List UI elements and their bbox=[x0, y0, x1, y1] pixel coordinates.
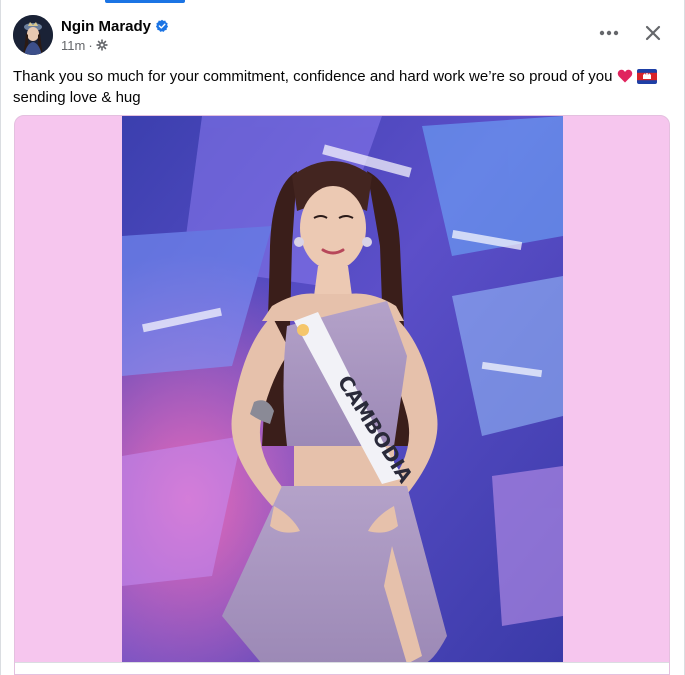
more-options-icon bbox=[599, 30, 619, 36]
post-media[interactable]: CAMBODIA bbox=[14, 115, 670, 675]
verified-badge-icon bbox=[155, 19, 169, 32]
author-avatar[interactable] bbox=[13, 15, 53, 55]
pageant-photo-image: CAMBODIA bbox=[122, 116, 563, 664]
post-subline: 11m · bbox=[61, 38, 169, 53]
meta-separator: · bbox=[88, 37, 93, 53]
post-meta: Ngin Marady 11m · bbox=[61, 18, 169, 53]
gear-icon[interactable] bbox=[95, 39, 108, 51]
post-caption: Thank you so much for your commitment, c… bbox=[13, 66, 673, 108]
post-actions bbox=[596, 20, 666, 46]
author-row: Ngin Marady bbox=[61, 18, 169, 35]
more-options-button[interactable] bbox=[596, 20, 622, 46]
post-timestamp[interactable]: 11m bbox=[61, 38, 85, 53]
active-tab-indicator bbox=[105, 0, 185, 3]
media-footer-bar bbox=[15, 662, 669, 674]
cambodia-flag-icon bbox=[636, 69, 657, 84]
caption-line-1: Thank you so much for your commitment, c… bbox=[13, 68, 613, 85]
facebook-post: Ngin Marady 11m · Thank you so much for … bbox=[0, 0, 685, 675]
close-button[interactable] bbox=[640, 20, 666, 46]
post-photo[interactable]: CAMBODIA bbox=[122, 116, 563, 664]
caption-line-2: sending love & hug bbox=[13, 89, 141, 106]
close-icon bbox=[645, 25, 661, 41]
avatar-image bbox=[13, 15, 53, 55]
post-header: Ngin Marady 11m · bbox=[13, 14, 673, 56]
heart-icon bbox=[617, 69, 632, 83]
author-name[interactable]: Ngin Marady bbox=[61, 18, 151, 35]
